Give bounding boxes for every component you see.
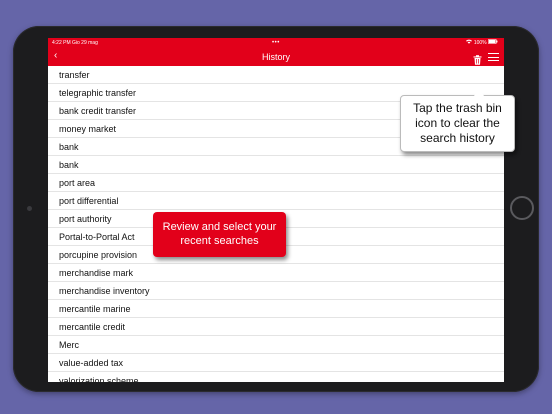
history-item[interactable]: value-added tax (48, 354, 504, 372)
history-item[interactable]: mercantile marine (48, 300, 504, 318)
battery-percent: 100% (473, 40, 487, 46)
hamburger-menu-icon[interactable] (488, 53, 499, 62)
nav-bar: ‹ History (48, 48, 504, 66)
status-bar: 4:22 PM Gio 29 mag ••• 100% (48, 38, 504, 48)
history-item[interactable]: bank (48, 156, 504, 174)
page-title: History (261, 52, 290, 62)
trash-icon[interactable] (473, 52, 482, 65)
history-item[interactable]: port differential (48, 192, 504, 210)
history-item[interactable]: transfer (48, 66, 504, 84)
history-item[interactable]: mercantile credit (48, 318, 504, 336)
history-item[interactable]: Merc (48, 336, 504, 354)
clear-history-callout: Tap the trash bin icon to clear the sear… (400, 88, 515, 152)
history-item[interactable]: merchandise mark (48, 264, 504, 282)
status-date: Gio 29 mag (72, 40, 98, 46)
battery-icon (488, 39, 498, 46)
clear-history-callout-text: Tap the trash bin icon to clear the sear… (413, 101, 502, 145)
wifi-icon (466, 39, 473, 46)
history-item[interactable]: merchandise inventory (48, 282, 504, 300)
multitasking-dots[interactable]: ••• (272, 38, 280, 48)
history-item[interactable]: valorization scheme (48, 372, 504, 382)
app-screen: 4:22 PM Gio 29 mag ••• 100% ‹ History tr… (48, 38, 504, 382)
camera-icon (27, 206, 32, 211)
home-button[interactable] (510, 196, 534, 220)
history-item[interactable]: port area (48, 174, 504, 192)
callout-pointer (474, 88, 484, 96)
select-history-callout: Review and select your recent searches (153, 212, 286, 257)
status-time: 4:22 PM (52, 40, 71, 46)
